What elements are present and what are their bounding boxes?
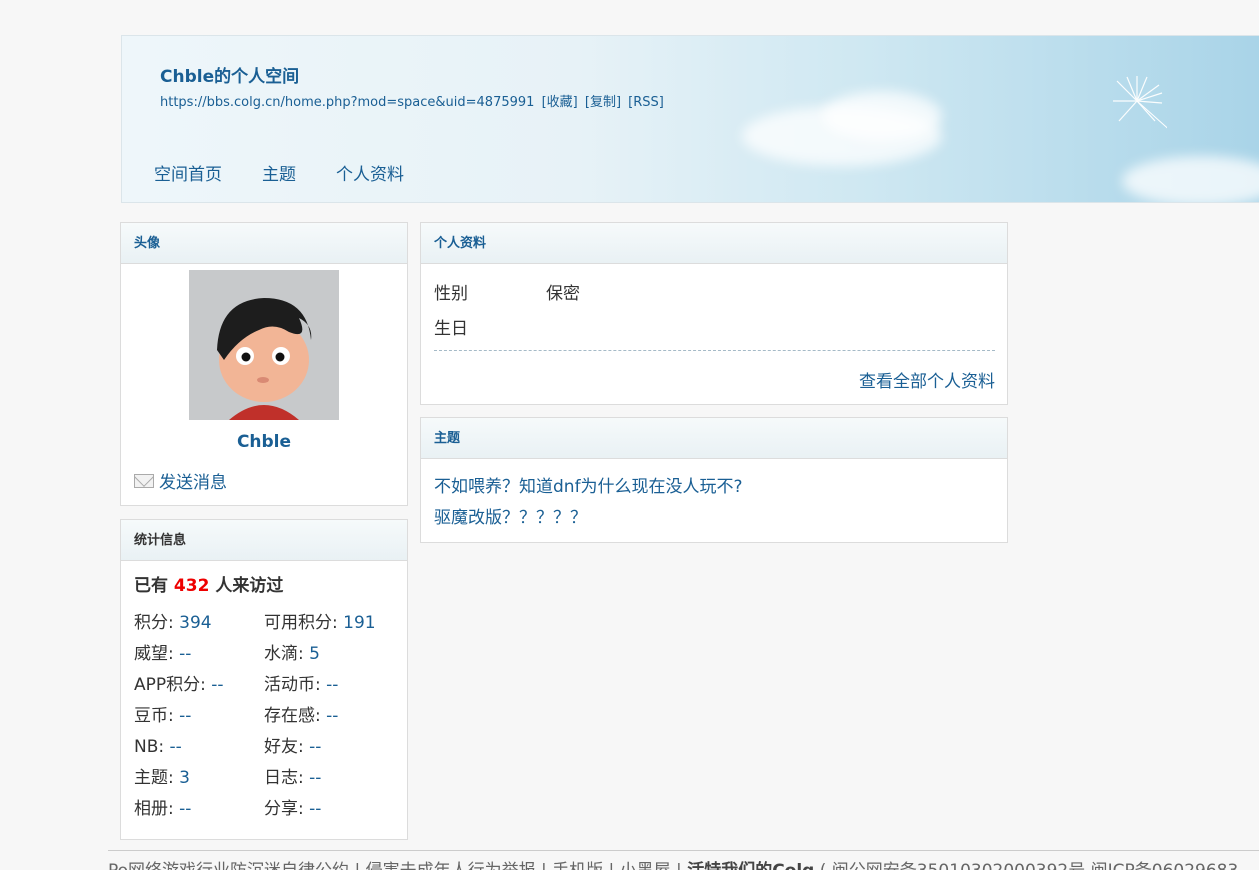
stats-panel-heading: 统计信息: [121, 520, 407, 561]
view-all-profile-link[interactable]: 查看全部个人资料: [859, 367, 995, 392]
birthday-label: 生日: [434, 319, 468, 339]
stat-item: 分享: --: [264, 799, 322, 819]
stat-item: 威望: --: [134, 644, 192, 664]
gender-value: 保密: [546, 284, 580, 304]
stats-panel: 统计信息 已有 432 人来访过 积分: 394 可用积分: 191 威望: -…: [120, 519, 408, 840]
space-url-text[interactable]: https://bbs.colg.cn/home.php?mod=space&u…: [160, 95, 534, 110]
avatar-panel-heading: 头像: [121, 223, 407, 264]
stat-item: 豆币: --: [134, 706, 192, 726]
footer-links[interactable]: Po网络游戏行业防沉迷自律公约 | 侵害未成年人行为举报 | 手机版 | 小黑屋…: [108, 861, 682, 870]
stats-list: 积分: 394 可用积分: 191 威望: -- 水滴: 5 APP积分: --…: [134, 613, 404, 820]
space-title[interactable]: Chble的个人空间: [160, 62, 299, 87]
space-nav: 空间首页 主题 个人资料: [154, 160, 444, 185]
footer-brand: 活特我们的Colg: [687, 861, 814, 870]
stat-item: 积分: 394: [134, 613, 212, 633]
rss-link[interactable]: [RSS]: [628, 95, 664, 110]
stat-item: 水滴: 5: [264, 644, 320, 664]
space-banner: Chble的个人空间 https://bbs.colg.cn/home.php?…: [121, 35, 1259, 203]
stat-item: 好友: --: [264, 737, 322, 757]
visit-count: 已有 432 人来访过: [134, 571, 283, 596]
avatar-cartoon-icon: [189, 270, 339, 420]
favorite-link[interactable]: [收藏]: [542, 95, 578, 110]
profile-panel-heading: 个人资料: [421, 223, 1007, 264]
divider: [434, 350, 995, 351]
envelope-icon: [134, 473, 154, 488]
visit-suffix: 人来访过: [215, 576, 284, 596]
gender-row: 性别 保密: [434, 279, 580, 304]
visit-prefix: 已有: [134, 576, 168, 596]
username[interactable]: Chble: [121, 432, 407, 452]
topic-link[interactable]: 不如喂养？知道dnf为什么现在没人玩不?: [434, 472, 743, 497]
copy-link[interactable]: [复制]: [585, 95, 621, 110]
birthday-row: 生日: [434, 314, 468, 339]
dandelion-icon: [1113, 76, 1167, 129]
space-url: https://bbs.colg.cn/home.php?mod=space&u…: [160, 91, 664, 110]
send-message-link[interactable]: 发送消息: [134, 468, 227, 493]
nav-space-home[interactable]: 空间首页: [154, 160, 222, 185]
footer-icp[interactable]: ( 闽公网安备35010302000392号 闽ICP备06029683: [820, 861, 1239, 870]
avatar[interactable]: [189, 270, 339, 420]
stat-item: 活动币: --: [264, 675, 339, 695]
stat-item: 日志: --: [264, 768, 322, 788]
cloud-decoration: [822, 91, 942, 141]
nav-topics[interactable]: 主题: [262, 160, 296, 185]
avatar-panel: 头像 Chble 发送消息: [120, 222, 408, 506]
topics-panel-heading: 主题: [421, 418, 1007, 459]
stat-item: 可用积分: 191: [264, 613, 376, 633]
profile-panel: 个人资料 性别 保密 生日 查看全部个人资料: [420, 222, 1008, 405]
topic-link[interactable]: 驱魔改版？？？？？: [434, 503, 587, 528]
cloud-decoration: [1122, 156, 1259, 202]
send-message-label: 发送消息: [159, 473, 227, 493]
stat-item: 主题: 3: [134, 768, 190, 788]
gender-label: 性别: [434, 284, 468, 304]
stat-item: 存在感: --: [264, 706, 339, 726]
stat-item: APP积分: --: [134, 675, 224, 695]
stat-item: NB: --: [134, 737, 182, 757]
nav-profile[interactable]: 个人资料: [336, 160, 404, 185]
footer: Po网络游戏行业防沉迷自律公约 | 侵害未成年人行为举报 | 手机版 | 小黑屋…: [108, 850, 1259, 870]
visit-number: 432: [173, 576, 210, 596]
topics-panel: 主题 不如喂养？知道dnf为什么现在没人玩不? 驱魔改版？？？？？: [420, 417, 1008, 543]
stat-item: 相册: --: [134, 799, 192, 819]
